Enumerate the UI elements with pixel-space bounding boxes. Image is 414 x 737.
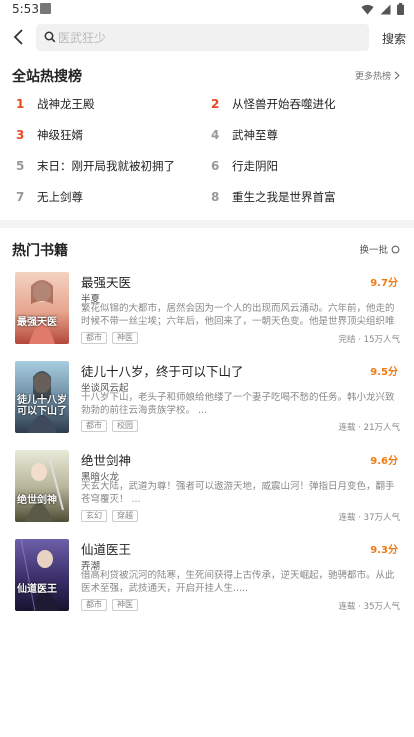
book-item[interactable]: 绝世剑神 绝世剑神 9.6分 黑暗火龙 天玄大陆，武道为尊！强者可以遨游天地，威… [0,450,414,530]
book-cover: 最强天医 [15,272,69,344]
book-description: 天玄大陆，武道为尊！强者可以遨游天地，威震山河！弹指日月变色，翻手苍穹覆灭！ .… [81,481,395,505]
book-score: 9.7分 [370,278,398,289]
book-tag: 穿越 [112,510,138,522]
chevron-right-icon [394,71,400,80]
rank-number: 1 [16,97,25,111]
search-icon [44,31,56,43]
back-button[interactable] [8,26,30,48]
refresh-label: 换一批 [359,245,388,256]
hot-search-title: 全站热搜榜 [12,69,82,85]
book-meta: 连载 · 35万人气 [338,602,400,612]
status-time: 5:53 [12,2,39,16]
back-arrow-icon [13,29,23,45]
book-tag: 都市 [81,420,107,432]
book-item[interactable]: 徒儿十八岁可以下山了 徒儿十八岁，终于可以下山了 9.5分 坐谈风云起 十八岁下… [0,361,414,441]
book-popularity: 21万人气 [363,423,400,433]
book-tag: 玄幻 [81,510,107,522]
cover-title: 仙道医王 [17,584,57,595]
rank-number: 4 [211,128,220,142]
book-meta: 连载 · 37万人气 [338,513,400,523]
popular-books-title: 热门书籍 [12,243,68,259]
book-tag: 神医 [112,332,138,344]
cover-figure-art [20,539,59,611]
book-status: 连载 [338,513,356,523]
book-status: 连载 [338,602,356,612]
book-tags: 都市 校园 [81,420,138,432]
refresh-icon [391,245,400,253]
book-tag: 校园 [112,420,138,432]
rank-number: 3 [16,128,25,142]
book-tag: 都市 [81,332,107,344]
rank-title: 从怪兽开始吞噬进化 [232,97,336,111]
search-input[interactable] [58,24,358,51]
rank-title: 神级狂婿 [37,128,83,142]
cover-figure-art [29,280,55,344]
book-cover: 仙道医王 [15,539,69,611]
search-button[interactable]: 搜索 [382,30,406,47]
hot-item-2[interactable]: 2 从怪兽开始吞噬进化 [211,94,336,114]
rank-title: 无上剑尊 [37,190,83,204]
book-description: 十八岁下山，老头子和师娘给他缕了一个妻子吃喝不愁的任务。韩小龙兴致勃勃的前往云海… [81,392,395,416]
book-title: 徒儿十八岁，终于可以下山了 [81,364,244,379]
signal-icon [380,4,391,14]
battery-icon [397,3,404,15]
rank-number: 5 [16,159,25,173]
rank-title: 武神至尊 [232,128,278,142]
book-status: 连载 [338,423,356,433]
hot-item-7[interactable]: 7 无上剑尊 [16,187,83,207]
search-bar: 搜索 [0,22,414,52]
book-score: 9.5分 [370,367,398,378]
more-hot-label: 更多热榜 [354,72,391,82]
book-tag: 神医 [112,599,138,611]
rank-title: 战神龙王殿 [37,97,95,111]
hot-item-6[interactable]: 6 行走阴阳 [211,156,278,176]
wifi-icon [361,4,374,15]
hot-item-4[interactable]: 4 武神至尊 [211,125,278,145]
cover-title: 徒儿十八岁可以下山了 [17,395,67,417]
book-cover: 徒儿十八岁可以下山了 [15,361,69,433]
rank-title: 行走阴阳 [232,159,278,173]
more-hot-link[interactable]: 更多热榜 [355,69,400,82]
hot-item-8[interactable]: 8 重生之我是世界首富 [211,187,336,207]
book-meta: 连载 · 21万人气 [338,423,400,433]
rank-number: 2 [211,97,220,111]
book-tags: 都市 神医 [81,332,138,344]
book-meta: 完结 · 15万人气 [338,335,400,345]
book-description: 繁花似锦的大都市，居然会因为一个人的出现而风云涌动。六年前，他走的时候不带一丝尘… [81,303,395,327]
book-title: 绝世剑神 [81,453,132,468]
notification-icon [40,3,51,14]
book-tags: 都市 神医 [81,599,138,611]
book-title: 最强天医 [81,275,132,290]
book-status: 完结 [338,335,356,345]
book-item[interactable]: 仙道医王 仙道医王 9.3分 弄潮 借高利贷被沉河的陆寒，生死间获得上古传承，逆… [0,539,414,619]
cover-title: 绝世剑神 [17,495,57,506]
book-title: 仙道医王 [81,542,132,557]
status-bar: 5:53 [0,0,414,20]
book-tag: 都市 [81,599,107,611]
book-popularity: 15万人气 [363,335,400,345]
rank-number: 8 [211,190,220,204]
book-popularity: 35万人气 [363,602,400,612]
cover-figure-art [25,455,64,522]
rank-title: 末日：刚开局我就被初拥了 [37,159,175,173]
section-divider [0,220,414,228]
book-item[interactable]: 最强天医 最强天医 9.7分 半夏 繁花似锦的大都市，居然会因为一个人的出现而风… [0,272,414,352]
rank-number: 7 [16,190,25,204]
refresh-button[interactable]: 换一批 [359,242,400,256]
book-cover: 绝世剑神 [15,450,69,522]
rank-number: 6 [211,159,220,173]
book-description: 借高利贷被沉河的陆寒，生死间获得上古传承，逆天崛起，驰骋都市。从此医术至强，武技… [81,570,395,594]
book-popularity: 37万人气 [363,513,400,523]
book-score: 9.6分 [370,456,398,467]
hot-item-1[interactable]: 1 战神龙王殿 [16,94,95,114]
status-icons [361,3,404,15]
hot-item-3[interactable]: 3 神级狂婿 [16,125,83,145]
book-score: 9.3分 [370,545,398,556]
search-field[interactable] [36,24,369,51]
book-tags: 玄幻 穿越 [81,510,138,522]
cover-title: 最强天医 [17,317,57,328]
rank-title: 重生之我是世界首富 [232,190,336,204]
hot-item-5[interactable]: 5 末日：刚开局我就被初拥了 [16,156,175,176]
